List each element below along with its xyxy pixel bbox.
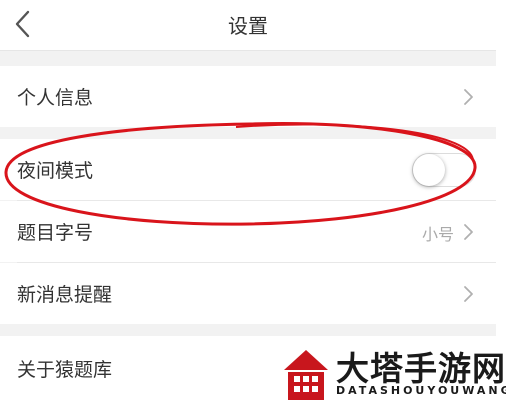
watermark-subtitle: DATASHOUYOUWANG <box>336 384 506 397</box>
watermark-logo: 大塔手游网 DATASHOUYOUWANG <box>278 342 506 404</box>
font-size-value: 小号 <box>421 225 454 244</box>
toggle-knob <box>413 154 445 186</box>
settings-row-profile[interactable]: 个人信息 <box>0 66 496 127</box>
row-label: 夜间模式 <box>17 160 94 182</box>
watermark-title: 大塔手游网 <box>336 349 506 388</box>
page-title: 设置 <box>228 14 268 38</box>
chevron-right-icon <box>464 89 473 105</box>
row-label: 个人信息 <box>17 87 94 109</box>
pagoda-logo-icon <box>284 350 328 400</box>
settings-row-notifications[interactable]: 新消息提醒 <box>0 263 496 324</box>
row-label: 题目字号 <box>17 222 94 244</box>
row-label: 关于猿题库 <box>17 359 113 381</box>
chevron-right-icon <box>464 286 473 302</box>
row-label: 新消息提醒 <box>17 284 113 306</box>
navigation-bar: 设置 <box>0 0 496 51</box>
chevron-right-icon <box>464 224 473 240</box>
night-mode-toggle[interactable] <box>412 153 476 187</box>
settings-row-font-size[interactable]: 题目字号 小号 <box>0 201 496 262</box>
settings-row-night-mode: 夜间模式 <box>0 139 496 200</box>
